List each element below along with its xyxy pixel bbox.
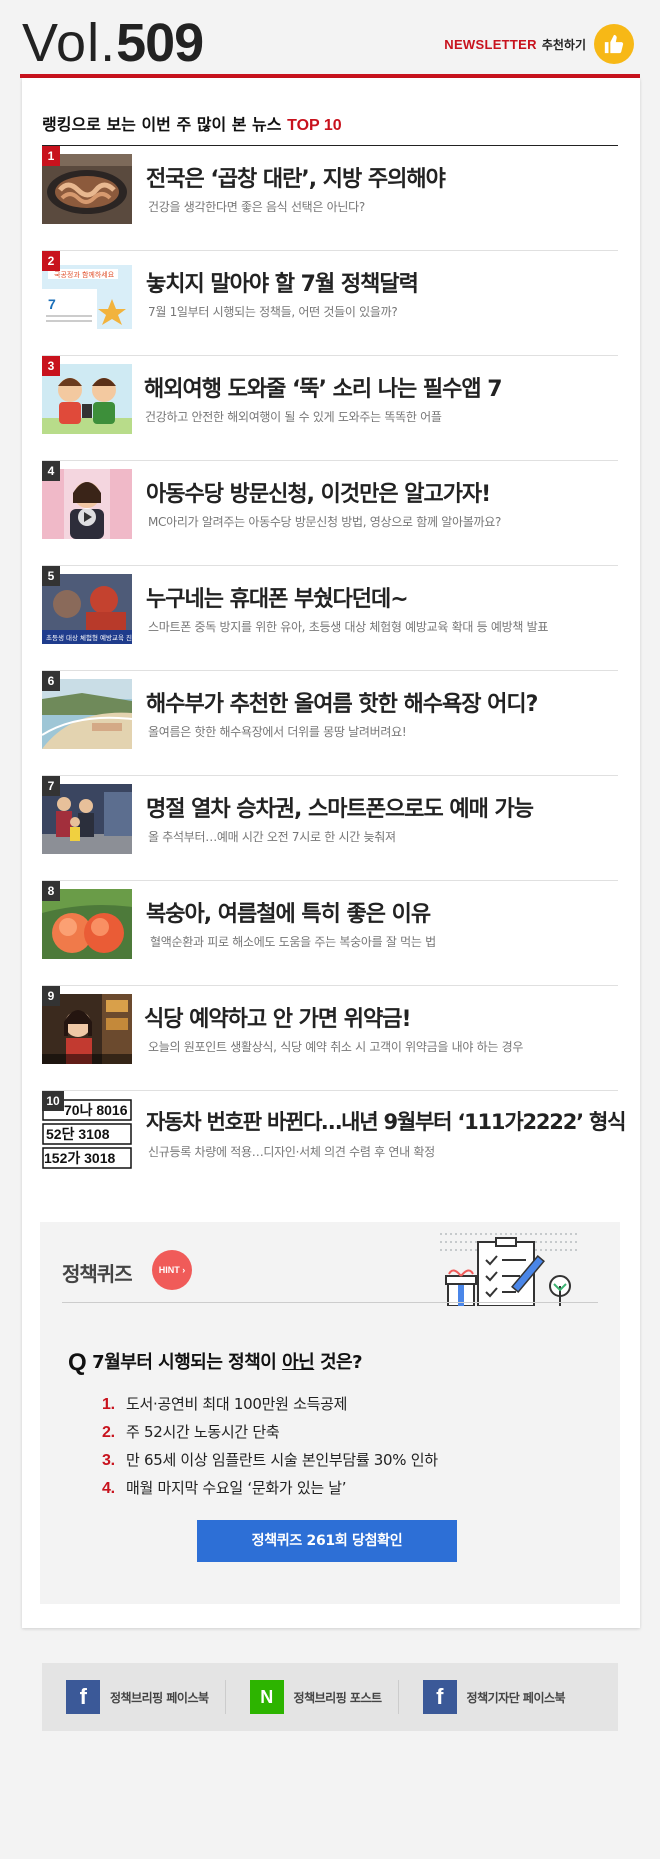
option-number: 1. [102, 1396, 115, 1413]
facebook-icon: f [66, 1680, 100, 1714]
rank-badge: 5 [42, 566, 60, 586]
facebook-link-briefing[interactable]: f 정책브리핑 페이스북 [42, 1663, 209, 1731]
rank-badge: 8 [42, 881, 60, 901]
news-item-9[interactable]: 9 식당 예약하고 안 가면 위약금! 오늘의 원포인트 생활상식, 식당 예약… [42, 986, 618, 1091]
ranking-title-top: TOP 10 [287, 117, 342, 134]
news-item-4[interactable]: 4 아동수당 방문신청, 이것만은 알고가자! MC아리가 알려주는 아동수당 … [42, 461, 618, 566]
thumb10-plate1-text: 70나 8016 [64, 1102, 128, 1118]
news-item-7[interactable]: 7 명절 열차 승차권, 스마트폰으로도 예매 가능 올 추석부터…예매 시간 … [42, 776, 618, 881]
news-title[interactable]: 식당 예약하고 안 가면 위약금! [144, 1001, 412, 1033]
news-title[interactable]: 해외여행 도와줄 ‘뚝’ 소리 나는 필수앱 7 [144, 371, 503, 403]
rank-badge: 3 [42, 356, 60, 376]
news-summary: 혈액순환과 피로 해소에도 도움을 주는 복숭아를 잘 먹는 법 [150, 935, 436, 949]
rank-badge: 1 [42, 146, 60, 166]
news-item-3[interactable]: 3 해외여행 도와줄 ‘뚝’ 소리 나는 필수앱 7 건강하고 안전한 해외여행… [42, 356, 618, 461]
news-title[interactable]: 아동수당 방문신청, 이것만은 알고가자! [146, 476, 491, 508]
option-text: 만 65세 이상 임플란트 시술 본인부담률 30% 인하 [126, 1451, 438, 1469]
quiz-result-button[interactable]: 정책퀴즈 261회 당첨확인 [197, 1520, 457, 1562]
hint-label: HINT [158, 1265, 180, 1275]
news-item-6[interactable]: 6 해수부가 추천한 올여름 핫한 해수욕장 어디? 올여름은 핫한 해수욕장에… [42, 671, 618, 776]
rank-badge: 2 [42, 251, 60, 271]
news-title[interactable]: 누구네는 휴대폰 부쉈다던데~ [146, 581, 409, 613]
quiz-option-1: 1. 도서·공연비 최대 100만원 소득공제 [102, 1390, 438, 1418]
option-number: 4. [102, 1480, 115, 1497]
news-summary: 건강을 생각한다면 좋은 음식 선택은 아닌다? [148, 200, 365, 214]
volume-label: Vol.509 [22, 12, 204, 74]
facebook-icon: f [422, 1680, 457, 1714]
news-item-5[interactable]: 초등생 대상 체험형 예방교육 진행 5 누구네는 휴대폰 부쉈다던데~ 스마트… [42, 566, 618, 671]
option-text: 도서·공연비 최대 100만원 소득공제 [126, 1395, 348, 1413]
link-label: 정책브리핑 포스트 [293, 1690, 383, 1705]
thumb10-plate3-text: 152가 3018 [44, 1150, 115, 1166]
ranking-title: 랭킹으로 보는 이번 주 많이 본 뉴스 TOP 10 [42, 111, 342, 135]
recommend-button[interactable]: NEWSLETTER 추천하기 [444, 24, 634, 64]
quiz-question: Q 7월부터 시행되는 정책이 아닌 것은? [68, 1348, 363, 1377]
newsletter-label: NEWSLETTER [444, 36, 537, 52]
news-item-10[interactable]: 70나 8016 52단 3108 152가 3018 10 자동차 번호판 바뀐다… [42, 1091, 626, 1196]
thumb2-banner-text: 국공정과 함께하세요 [54, 270, 115, 279]
news-item-2[interactable]: 국공정과 함께하세요 7 2 놓치지 말아야 할 7월 정책달력 7월 1일부터 … [42, 251, 618, 356]
facebook-link-reporters[interactable]: f 정책기자단 페이스북 [399, 1663, 566, 1731]
link-label: 정책기자단 페이스북 [466, 1690, 566, 1705]
quiz-illustration-icon [440, 1230, 580, 1307]
news-title[interactable]: 복숭아, 여름철에 특히 좋은 이유 [146, 896, 431, 928]
newsletter-header: Vol.509 NEWSLETTER 추천하기 [20, 0, 640, 78]
rank-badge: 10 [42, 1091, 64, 1111]
news-summary: 7월 1일부터 시행되는 정책들, 어떤 것들이 있을까? [148, 305, 398, 319]
rank-badge: 6 [42, 671, 60, 691]
vol-text: Vol. [22, 13, 117, 73]
option-number: 2. [102, 1424, 115, 1441]
naver-icon: N [249, 1680, 284, 1714]
rank-badge: 9 [42, 986, 60, 1006]
main-card: 랭킹으로 보는 이번 주 많이 본 뉴스 TOP 10 1 전국은 ‘곱창 대란… [22, 78, 640, 1628]
quiz-options: 1. 도서·공연비 최대 100만원 소득공제 2. 주 52시간 노동시간 단축 … [102, 1390, 438, 1502]
question-mark-label: Q [68, 1349, 87, 1376]
link-label: 정책브리핑 페이스북 [110, 1690, 209, 1705]
news-title[interactable]: 놓치지 말아야 할 7월 정책달력 [146, 266, 419, 298]
news-summary: 올여름은 핫한 해수욕장에서 더위를 몽땅 날려버려요! [148, 725, 407, 739]
rank-badge: 7 [42, 776, 60, 796]
option-text: 매월 마지막 수요일 ‘문화가 있는 날’ [126, 1479, 347, 1497]
news-summary: 건강하고 안전한 해외여행이 될 수 있게 도와주는 똑똑한 어플 [145, 410, 442, 424]
news-summary: 오늘의 원포인트 생활상식, 식당 예약 취소 시 고객이 위약금을 내야 하는… [148, 1040, 524, 1054]
thumb10-plate2-text: 52단 3108 [46, 1126, 110, 1142]
news-title[interactable]: 해수부가 추천한 올여름 핫한 해수욕장 어디? [146, 686, 538, 718]
news-title[interactable]: 전국은 ‘곱창 대란’, 지방 주의해야 [146, 161, 446, 193]
quiz-option-2: 2. 주 52시간 노동시간 단축 [102, 1418, 438, 1446]
naver-post-link[interactable]: N 정책브리핑 포스트 [226, 1663, 382, 1731]
quiz-title: 정책퀴즈 [62, 1262, 133, 1286]
quiz-option-4: 4. 매월 마지막 수요일 ‘문화가 있는 날’ [102, 1474, 438, 1502]
policy-quiz: 정책퀴즈 HINT › Q 7월부터 시행되는 정책이 아닌 것은? 1. 도서… [40, 1222, 620, 1604]
quiz-option-3: 3. 만 65세 이상 임플란트 시술 본인부담률 30% 인하 [102, 1446, 438, 1474]
thumb5-caption-text: 초등생 대상 체험형 예방교육 진행 [46, 633, 132, 642]
question-text-post: 것은? [314, 1352, 363, 1373]
news-summary: 올 추석부터…예매 시간 오전 7시로 한 시간 늦춰져 [148, 830, 396, 844]
quiz-divider [62, 1302, 598, 1303]
option-text: 주 52시간 노동시간 단축 [126, 1423, 280, 1441]
rank-badge: 4 [42, 461, 60, 481]
news-item-1[interactable]: 1 전국은 ‘곱창 대란’, 지방 주의해야 건강을 생각한다면 좋은 음식 선… [42, 146, 618, 251]
hint-button[interactable]: HINT › [152, 1250, 192, 1290]
question-text-underlined: 아닌 [282, 1352, 315, 1373]
vol-number: 509 [116, 13, 204, 73]
news-title[interactable]: 명절 열차 승차권, 스마트폰으로도 예매 가능 [146, 791, 534, 823]
news-title[interactable]: 자동차 번호판 바뀐다…내년 9월부터 ‘111가2222’ 형식 [146, 1106, 626, 1136]
news-item-8[interactable]: 8 복숭아, 여름철에 특히 좋은 이유 혈액순환과 피로 해소에도 도움을 주… [42, 881, 618, 986]
social-footer: f 정책브리핑 페이스북 N 정책브리핑 포스트 f 정책기자단 페이스북 [42, 1663, 618, 1731]
option-number: 3. [102, 1452, 115, 1469]
question-text-pre: 7월부터 시행되는 정책이 [92, 1352, 283, 1373]
thumb2-july-text: 7 [48, 296, 56, 312]
news-summary: 신규등록 차량에 적용…디자인·서체 의견 수렴 후 연내 확정 [148, 1145, 435, 1159]
recommend-label: 추천하기 [541, 37, 586, 52]
ranking-title-text: 랭킹으로 보는 이번 주 많이 본 뉴스 [42, 115, 288, 134]
news-summary: 스마트폰 중독 방지를 위한 유아, 초등생 대상 체험형 예방교육 확대 등 … [148, 620, 549, 634]
news-summary: MC아리가 알려주는 아동수당 방문신청 방법, 영상으로 함께 알아볼까요? [148, 515, 502, 529]
thumbs-up-icon[interactable] [594, 24, 634, 64]
